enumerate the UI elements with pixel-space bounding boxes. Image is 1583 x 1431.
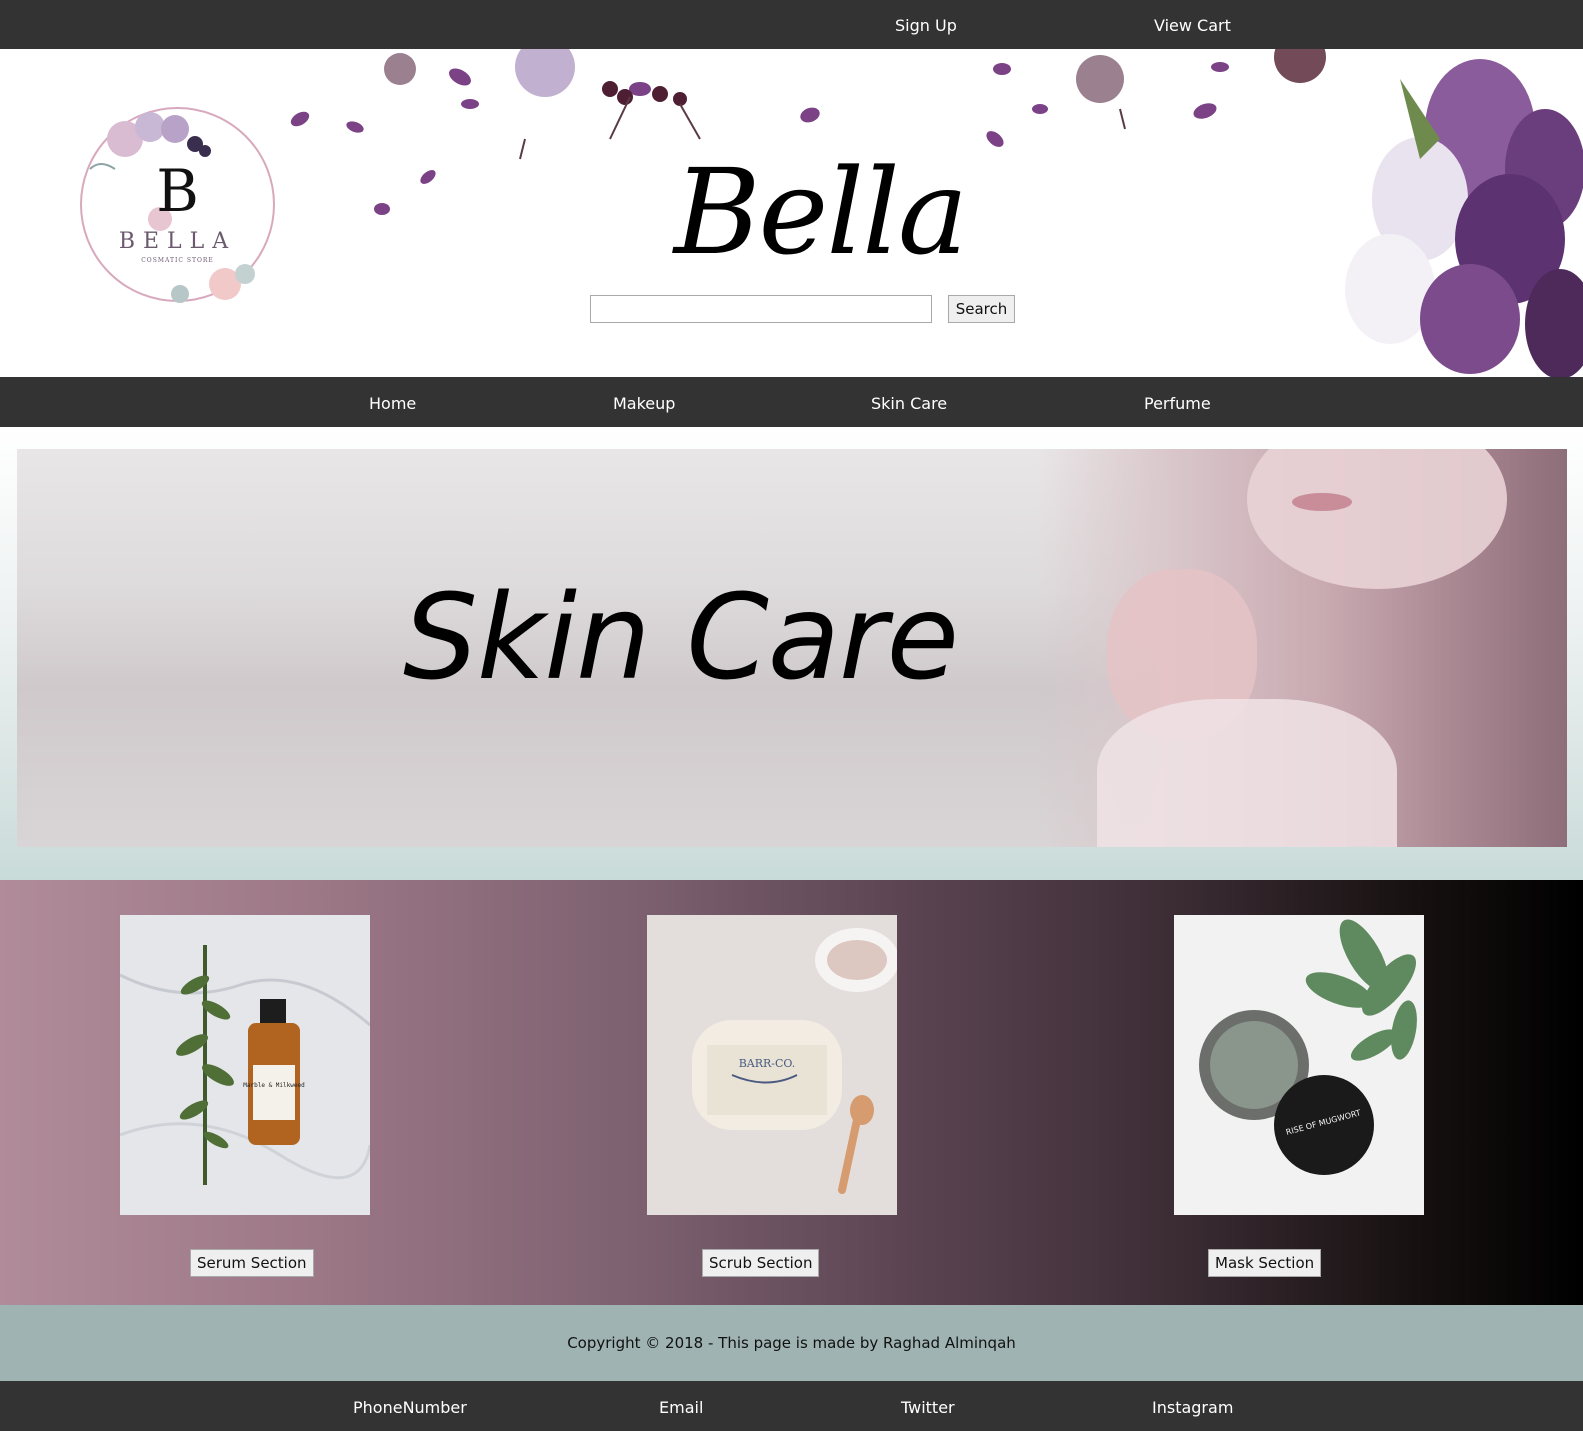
footer-email-link[interactable]: Email (659, 1398, 703, 1418)
nav-item-home[interactable]: Home (369, 394, 416, 414)
copyright-band: Copyright © 2018 - This page is made by … (0, 1305, 1583, 1381)
serum-bottle-image: Marble & Milkweed (120, 915, 370, 1215)
scrub-image[interactable]: BARR-CO. (647, 915, 897, 1215)
top-bar: Sign Up View Cart (0, 0, 1583, 49)
hero-sweater-shape (1097, 699, 1397, 847)
sign-up-link[interactable]: Sign Up (895, 16, 957, 36)
hero-title: Skin Care (403, 568, 959, 706)
main-nav: Home Makeup Skin Care Perfume (0, 377, 1583, 427)
mask-jar-image: RISE OF MUGWORT (1174, 915, 1424, 1215)
store-logo[interactable]: B BELLA COSMATIC STORE (70, 99, 285, 314)
scrub-section-button[interactable]: Scrub Section (702, 1249, 820, 1277)
footer-instagram-link[interactable]: Instagram (1152, 1398, 1233, 1418)
logo-letter: B (156, 157, 199, 225)
footer-twitter-link[interactable]: Twitter (901, 1398, 955, 1418)
site-header: B BELLA COSMATIC STORE Bella Search (0, 49, 1583, 377)
logo-subtitle: COSMATIC STORE (141, 257, 214, 264)
view-cart-link[interactable]: View Cart (1154, 16, 1231, 36)
serum-image[interactable]: Marble & Milkweed (120, 915, 370, 1215)
scrub-jar-image: BARR-CO. (647, 915, 897, 1215)
nav-item-makeup[interactable]: Makeup (613, 394, 675, 414)
serum-section-button[interactable]: Serum Section (190, 1249, 314, 1277)
hero-banner: Skin Care (17, 449, 1567, 847)
nav-item-perfume[interactable]: Perfume (1144, 394, 1211, 414)
product-sections: Marble & Milkweed BARR-CO. RISE OF MUGWO… (0, 880, 1583, 1305)
copyright-text: Copyright © 2018 - This page is made by … (567, 1334, 1016, 1352)
mask-image[interactable]: RISE OF MUGWORT (1174, 915, 1424, 1215)
hero-lips-shape (1292, 493, 1352, 511)
scrub-label-text: BARR-CO. (739, 1057, 796, 1070)
footer-links: PhoneNumber Email Twitter Instagram (0, 1381, 1583, 1431)
brand-title: Bella (673, 143, 968, 281)
nav-item-skin-care[interactable]: Skin Care (871, 394, 947, 414)
search-input[interactable] (590, 295, 932, 323)
logo-name: BELLA (118, 229, 237, 254)
hero-section: Skin Care (0, 427, 1583, 880)
footer-phone-link[interactable]: PhoneNumber (353, 1398, 467, 1418)
search-button[interactable]: Search (948, 295, 1015, 323)
mask-section-button[interactable]: Mask Section (1208, 1249, 1322, 1277)
serum-label-text: Marble & Milkweed (243, 1082, 305, 1089)
